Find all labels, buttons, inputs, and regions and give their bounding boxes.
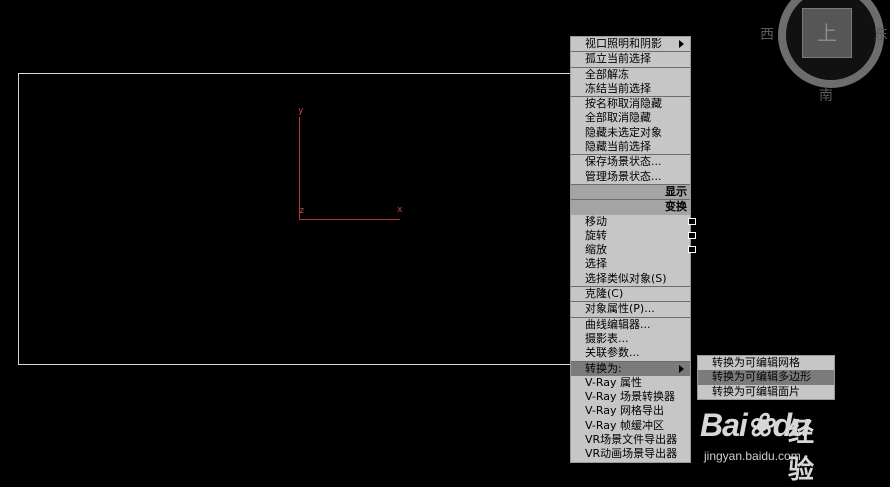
- menu-item-label: 视口照明和阴影: [585, 37, 662, 50]
- menu-item-label: 转换为:: [585, 361, 622, 375]
- menu-item[interactable]: 缩放: [571, 243, 696, 257]
- paw-icon: ❀: [746, 407, 774, 443]
- settings-box-icon[interactable]: [688, 246, 696, 254]
- menu-item-label: 选择: [585, 257, 607, 271]
- menu-item-label: 管理场景状态...: [585, 169, 662, 183]
- x-axis-line: [299, 219, 400, 220]
- menu-item[interactable]: 曲线编辑器...: [571, 316, 690, 332]
- menu-item-label: 摄影表...: [585, 331, 629, 345]
- menu-item-label: 隐藏未选定对象: [585, 125, 662, 139]
- menu-item[interactable]: V-Ray 网格导出: [571, 404, 690, 418]
- menu-item-label: VR动画场景导出器: [585, 447, 678, 461]
- menu-item[interactable]: 全部取消隐藏: [571, 111, 690, 125]
- menu-item[interactable]: 对象属性(P)...: [571, 301, 690, 316]
- submenu-arrow-icon: [679, 364, 684, 373]
- menu-item[interactable]: 孤立当前选择: [571, 51, 690, 66]
- menu-item[interactable]: 选择: [571, 257, 690, 271]
- menu-item[interactable]: 隐藏当前选择: [571, 140, 690, 154]
- menu-item-label: V-Ray 帧缓冲区: [585, 418, 664, 432]
- viewport-frame[interactable]: [18, 73, 578, 365]
- menu-item[interactable]: VR场景文件导出器: [571, 433, 690, 447]
- submenu-arrow-icon: [679, 40, 684, 48]
- menu-item[interactable]: 旋转: [571, 228, 696, 243]
- menu-item-label: 移动: [585, 214, 607, 228]
- menu-item-label: 变换: [665, 200, 687, 214]
- menu-item[interactable]: 保存场景状态...: [571, 154, 690, 169]
- menu-item-label: 全部解冻: [585, 67, 629, 81]
- menu-item-label: 曲线编辑器...: [585, 317, 651, 331]
- menu-item-label: 对象属性(P)...: [585, 302, 655, 316]
- menu-item[interactable]: V-Ray 属性: [571, 376, 690, 390]
- menu-item[interactable]: 按名称取消隐藏: [571, 96, 690, 111]
- menu-item-label: 关联参数...: [585, 346, 640, 360]
- menu-header[interactable]: 显示: [571, 183, 690, 200]
- settings-box-icon[interactable]: [688, 231, 696, 239]
- viewcube-top-face[interactable]: 上: [802, 8, 852, 58]
- y-axis-label: y: [298, 106, 304, 116]
- settings-box-icon[interactable]: [688, 217, 696, 225]
- menu-item-label: 显示: [665, 184, 687, 198]
- y-axis-line: [299, 117, 300, 219]
- compass-west-label: 西: [760, 27, 774, 43]
- z-axis-label: z: [299, 206, 305, 216]
- menu-item[interactable]: 冻结当前选择: [571, 82, 690, 96]
- compass-east-label: 东: [874, 27, 888, 43]
- menu-item-label: 按名称取消隐藏: [585, 97, 662, 111]
- menu-item-label: 保存场景状态...: [585, 155, 662, 169]
- watermark-url: jingyan.baidu.com: [704, 449, 801, 463]
- menu-item[interactable]: V-Ray 场景转换器: [571, 390, 690, 404]
- menu-item-label: 旋转: [585, 228, 607, 242]
- menu-item-label: 选择类似对象(S): [585, 271, 667, 285]
- compass-south-label: 南: [819, 88, 833, 104]
- convert-to-submenu: 转换为可编辑网格 转换为可编辑多边形 转换为可编辑面片: [697, 355, 835, 400]
- menu-item-label: 孤立当前选择: [585, 52, 651, 66]
- x-axis-label: x: [397, 205, 403, 215]
- submenu-item[interactable]: 转换为可编辑网格: [698, 356, 834, 370]
- menu-item[interactable]: 克隆(C): [571, 286, 690, 301]
- menu-item[interactable]: 隐藏未选定对象: [571, 126, 690, 140]
- menu-item[interactable]: 选择类似对象(S): [571, 272, 690, 286]
- menu-item-label: 全部取消隐藏: [585, 111, 651, 125]
- menu-item[interactable]: VR动画场景导出器: [571, 447, 690, 461]
- menu-item[interactable]: 视口照明和阴影: [571, 37, 690, 51]
- menu-item-label: VR场景文件导出器: [585, 433, 678, 447]
- menu-item[interactable]: 管理场景状态...: [571, 170, 690, 184]
- menu-item-label: 冻结当前选择: [585, 81, 651, 95]
- context-menu: 视口照明和阴影 孤立当前选择 全部解冻 冻结当前选择 按名称取消隐藏 全部取消隐藏 隐藏未选…: [570, 36, 696, 463]
- menu-item[interactable]: 摄影表...: [571, 332, 690, 346]
- menu-item[interactable]: 关联参数...: [571, 346, 690, 360]
- menu-item[interactable]: 移动: [571, 214, 696, 229]
- menu-item-label: 隐藏当前选择: [585, 140, 651, 154]
- menu-item-label: V-Ray 场景转换器: [585, 390, 675, 404]
- submenu-item[interactable]: 转换为可编辑面片: [698, 385, 834, 399]
- menu-header[interactable]: 变换: [571, 199, 690, 215]
- submenu-item[interactable]: 转换为可编辑多边形: [698, 370, 834, 385]
- menu-item[interactable]: V-Ray 帧缓冲区: [571, 419, 690, 433]
- menu-item-label: 克隆(C): [585, 287, 624, 301]
- menu-item-label: V-Ray 属性: [585, 375, 642, 389]
- menu-item[interactable]: 全部解冻: [571, 66, 690, 82]
- baidu-watermark: Bai❀du 经验: [700, 406, 814, 485]
- menu-item-label: 缩放: [585, 243, 607, 257]
- menu-item[interactable]: 转换为:: [571, 360, 690, 376]
- menu-item-label: V-Ray 网格导出: [585, 404, 664, 418]
